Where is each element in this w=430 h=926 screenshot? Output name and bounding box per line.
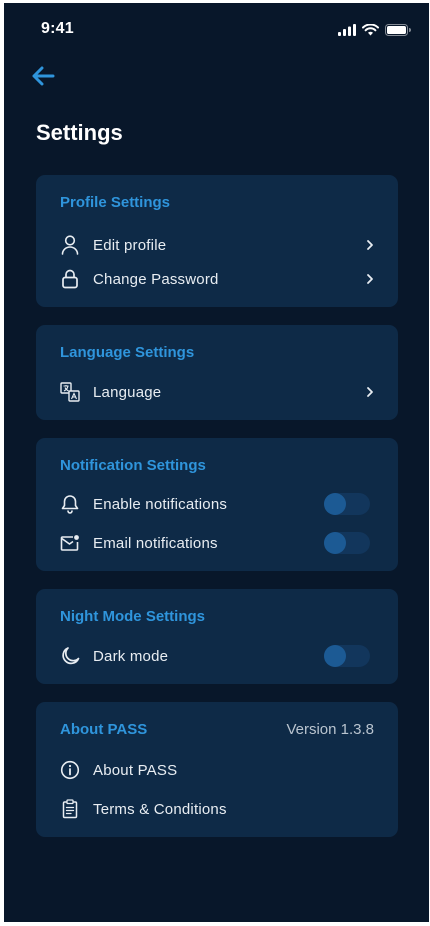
bell-icon [60,494,80,514]
mail-icon [60,533,80,553]
status-icons [338,23,411,41]
toggle-knob [324,532,346,554]
dark-mode-label: Dark mode [93,647,169,665]
email-notifications-row: Email notifications [36,526,398,560]
profile-settings-title: Profile Settings [60,194,171,211]
about-pass-label: About PASS [93,761,178,779]
about-title: About PASS [60,721,148,738]
app-version: Version 1.3.8 [286,721,374,738]
signal-icon [338,23,356,41]
wifi-icon [362,23,379,41]
translate-icon [60,382,80,402]
arrow-left-icon [31,66,55,91]
enable-notifications-row: Enable notifications [36,487,398,521]
enable-notifications-toggle[interactable] [324,493,370,515]
night-mode-settings-card: Night Mode Settings Dark mode [36,589,398,684]
user-icon [60,235,80,255]
dark-mode-row: Dark mode [36,639,398,673]
toggle-knob [324,493,346,515]
settings-screen: 9:41 Settings Profile Settings Edit prof… [4,3,429,922]
document-icon [60,799,80,819]
night-mode-settings-title: Night Mode Settings [60,608,205,625]
chevron-right-icon [364,238,376,252]
notification-settings-card: Notification Settings Enable notificatio… [36,438,398,571]
about-pass-row[interactable]: About PASS [36,753,398,787]
language-row[interactable]: Language [36,375,398,409]
chevron-right-icon [364,272,376,286]
enable-notifications-label: Enable notifications [93,495,228,513]
language-settings-card: Language Settings Language [36,325,398,420]
notification-settings-title: Notification Settings [60,457,206,474]
about-card: About PASS Version 1.3.8 About PASS Term… [36,702,398,837]
status-bar: 9:41 [4,3,429,55]
edit-profile-label: Edit profile [93,236,167,254]
change-password-label: Change Password [93,270,219,288]
terms-row[interactable]: Terms & Conditions [36,792,398,826]
chevron-right-icon [364,385,376,399]
status-time: 9:41 [41,20,74,37]
email-notifications-label: Email notifications [93,534,218,552]
battery-icon [385,23,411,41]
profile-settings-card: Profile Settings Edit profile Change Pas [36,175,398,307]
email-notifications-toggle[interactable] [324,532,370,554]
info-icon [60,760,80,780]
dark-mode-toggle[interactable] [324,645,370,667]
page-title: Settings [36,120,123,145]
language-settings-title: Language Settings [60,344,195,361]
edit-profile-row[interactable]: Edit profile [36,228,398,262]
terms-label: Terms & Conditions [93,800,227,818]
lock-icon [60,269,80,289]
moon-icon [60,646,80,666]
back-button[interactable] [28,63,58,93]
toggle-knob [324,645,346,667]
change-password-row[interactable]: Change Password [36,262,398,296]
language-label: Language [93,383,162,401]
